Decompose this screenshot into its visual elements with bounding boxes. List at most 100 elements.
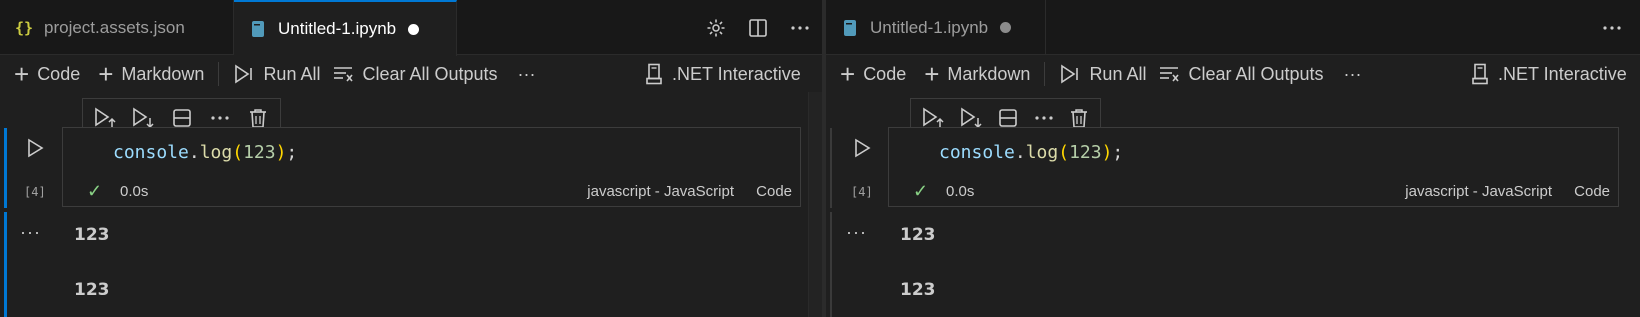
add-markdown-label: Markdown (121, 63, 205, 84)
plus-icon: + (14, 59, 30, 89)
editor-actions (704, 0, 812, 55)
unsaved-dot-icon[interactable] (1000, 22, 1012, 33)
tab-label: Untitled-1.ipynb (278, 19, 397, 38)
run-all-label: Run All (263, 63, 321, 84)
code-token-function: log (1025, 142, 1059, 163)
execution-count: [4] (851, 185, 873, 199)
code-cell-editor[interactable]: console.log(123); ✓ 0.0s javascript - Ja… (62, 127, 801, 207)
tab-label: project.assets.json (44, 17, 185, 37)
run-cell-button[interactable] (850, 136, 874, 160)
add-markdown-cell-button[interactable]: + Markdown (918, 59, 1036, 89)
code-token-semicolon: ; (1112, 142, 1124, 163)
run-all-button[interactable]: Run All (227, 59, 326, 89)
add-code-cell-button[interactable]: + Code (8, 59, 86, 89)
editor-group-left: {} project.assets.json Untitled-1.ipynb … (0, 0, 822, 317)
tab-untitled-notebook[interactable]: Untitled-1.ipynb (826, 0, 1046, 55)
add-code-label: Code (37, 63, 81, 84)
tab-bar: {} project.assets.json Untitled-1.ipynb (0, 0, 822, 56)
toolbar-divider (1044, 62, 1046, 86)
success-check-icon: ✓ (87, 180, 103, 201)
plus-icon: + (924, 59, 940, 89)
code-token-number: 123 (243, 142, 276, 163)
output-line: 123 (74, 225, 110, 245)
notebook-icon (248, 20, 268, 38)
clear-outputs-icon (1160, 67, 1180, 82)
run-all-button[interactable]: Run All (1053, 59, 1152, 89)
code-token-function: log (199, 142, 233, 163)
toolbar-more-button[interactable]: ··· (512, 59, 542, 89)
output-indicator (830, 212, 832, 317)
run-all-icon (1061, 64, 1079, 84)
output-line: 123 (74, 280, 110, 300)
toolbar-more-button[interactable]: ··· (1338, 59, 1368, 89)
execution-count: [4] (24, 185, 46, 199)
cell-language-picker[interactable]: javascript - JavaScript (587, 183, 734, 200)
unsaved-dot-icon[interactable] (408, 23, 420, 35)
cell-indicator (830, 128, 832, 208)
cell-type-label[interactable]: Code (756, 183, 792, 200)
output-line: 123 (900, 225, 936, 245)
code-token-lparen: ( (232, 142, 244, 163)
execution-duration: 0.0s (120, 182, 149, 200)
tab-label: Untitled-1.ipynb (870, 17, 989, 37)
code-token-semicolon: ; (286, 142, 298, 163)
code-line[interactable]: console.log(123); (939, 142, 1123, 163)
cell-status-bar: ✓ 0.0s javascript - JavaScript Code (889, 178, 1618, 204)
output-line: 123 (900, 280, 936, 300)
code-cell-editor[interactable]: console.log(123); ✓ 0.0s javascript - Ja… (888, 127, 1619, 207)
vertical-scrollbar[interactable] (808, 92, 822, 317)
tab-project-assets-json[interactable]: {} project.assets.json (0, 0, 234, 55)
output-indicator (4, 212, 7, 317)
tab-untitled-notebook[interactable]: Untitled-1.ipynb (234, 0, 457, 56)
settings-gear-icon[interactable] (704, 16, 728, 40)
add-code-label: Code (863, 63, 907, 84)
code-token-rparen: ) (275, 142, 287, 163)
kernel-picker[interactable]: .NET Interactive (1472, 56, 1627, 92)
notebook-icon (840, 19, 860, 37)
run-all-label: Run All (1089, 63, 1147, 84)
tab-bar: Untitled-1.ipynb (826, 0, 1640, 55)
kernel-label: .NET Interactive (672, 63, 801, 84)
execution-duration: 0.0s (946, 182, 975, 200)
run-cell-button[interactable] (23, 136, 47, 160)
code-token-object: console (939, 142, 1015, 163)
add-code-cell-button[interactable]: + Code (834, 59, 912, 89)
run-all-icon (235, 64, 253, 84)
clear-outputs-icon (334, 67, 354, 82)
kernel-picker[interactable]: .NET Interactive (646, 56, 801, 92)
add-markdown-cell-button[interactable]: + Markdown (92, 59, 210, 89)
editor-actions (1600, 0, 1624, 55)
split-editor-icon[interactable] (746, 16, 770, 40)
kernel-icon (1472, 63, 1488, 85)
play-icon (855, 138, 871, 158)
clear-all-outputs-button[interactable]: Clear All Outputs (326, 59, 503, 89)
code-token-object: console (113, 142, 189, 163)
play-icon (28, 138, 44, 158)
focused-cell-indicator (4, 128, 7, 208)
output-more-button[interactable]: ··· (846, 222, 867, 243)
kernel-icon (646, 63, 662, 85)
notebook-toolbar: + Code + Markdown Run All Clear All Outp… (0, 56, 822, 92)
code-token-rparen: ) (1101, 142, 1113, 163)
editor-group-right: Untitled-1.ipynb + Code + Markdown Run A… (826, 0, 1640, 317)
clear-all-outputs-button[interactable]: Clear All Outputs (1152, 59, 1329, 89)
add-markdown-label: Markdown (947, 63, 1031, 84)
more-actions-icon[interactable] (788, 16, 812, 40)
code-token-lparen: ( (1058, 142, 1070, 163)
clear-outputs-label: Clear All Outputs (362, 63, 498, 84)
cell-language-picker[interactable]: javascript - JavaScript (1405, 183, 1552, 200)
more-label: ··· (1343, 63, 1362, 84)
output-more-button[interactable]: ··· (20, 222, 41, 243)
plus-icon: + (840, 59, 856, 89)
clear-outputs-label: Clear All Outputs (1188, 63, 1324, 84)
cell-status-bar: ✓ 0.0s javascript - JavaScript Code (63, 178, 800, 204)
more-actions-icon[interactable] (1600, 16, 1624, 40)
kernel-label: .NET Interactive (1498, 63, 1627, 84)
code-token-dot: . (1014, 142, 1026, 163)
cell-type-label[interactable]: Code (1574, 183, 1610, 200)
code-line[interactable]: console.log(123); (113, 142, 297, 163)
success-check-icon: ✓ (913, 180, 929, 201)
code-token-number: 123 (1069, 142, 1102, 163)
json-braces-icon: {} (14, 18, 34, 37)
code-token-dot: . (188, 142, 200, 163)
